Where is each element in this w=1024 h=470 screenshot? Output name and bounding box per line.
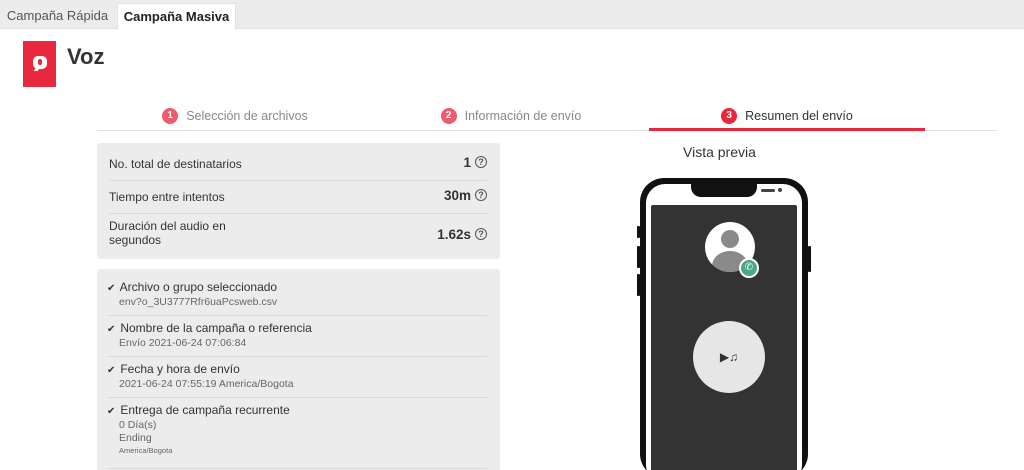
detail-item-campaign-name: ✔ Nombre de la campaña o referencia Enví… xyxy=(107,321,487,357)
summary-panel: No. total de destinatarios 1 ? Tiempo en… xyxy=(97,143,500,259)
detail-title: Entrega de campaña recurrente xyxy=(120,403,290,417)
detail-item-send-date: ✔ Fecha y hora de envío 2021-06-24 07:55… xyxy=(107,362,487,398)
detail-timezone: America/Bogota xyxy=(119,446,173,455)
detail-value: 2021-06-24 07:55:19 America/Bogota xyxy=(119,378,294,390)
phone-side-button xyxy=(808,246,811,272)
detail-item-file: ✔ Archivo o grupo seleccionado env?o_3U3… xyxy=(107,280,487,316)
check-icon: ✔ xyxy=(107,283,116,294)
detail-title: Fecha y hora de envío xyxy=(120,362,240,376)
preview-title: Vista previa xyxy=(683,144,756,160)
detail-item-recurrence: ✔ Entrega de campaña recurrente 0 Día(s)… xyxy=(107,403,487,469)
detail-value: 0 Día(s) xyxy=(119,419,157,431)
check-icon: ✔ xyxy=(107,365,116,376)
play-audio-button[interactable]: ▶♫ xyxy=(693,321,765,393)
detail-title: Archivo o grupo seleccionado xyxy=(119,280,278,294)
wizard-steps: 1 Selección de archivos 2 Información de… xyxy=(97,100,997,131)
help-icon[interactable]: ? xyxy=(475,156,487,168)
speaker-icon xyxy=(761,189,775,192)
summary-value: 30m xyxy=(443,188,471,203)
avatar-head xyxy=(721,230,739,248)
page-title: Voz xyxy=(67,44,105,69)
voice-message-icon xyxy=(33,56,47,69)
detail-value: Envío 2021-06-24 07:06:84 xyxy=(119,337,247,349)
check-icon: ✔ xyxy=(107,324,116,335)
summary-value: 1 xyxy=(463,155,471,170)
camera-icon xyxy=(778,188,782,192)
tab-bar: Campaña Rápida Campaña Masiva xyxy=(0,0,1024,30)
help-icon[interactable]: ? xyxy=(475,228,487,240)
step-seleccion-archivos[interactable]: 1 Selección de archivos xyxy=(97,100,373,131)
phone-bezel: ✆ ▶♫ xyxy=(646,184,802,470)
tab-campana-rapida[interactable]: Campaña Rápida xyxy=(0,3,115,29)
phone-notch xyxy=(691,184,782,197)
detail-value: Ending xyxy=(119,432,152,444)
phone-call-icon: ✆ xyxy=(739,258,759,278)
help-icon[interactable]: ? xyxy=(475,189,487,201)
active-step-indicator xyxy=(649,128,925,131)
check-icon: ✔ xyxy=(107,406,116,417)
step-number: 2 xyxy=(440,107,457,124)
detail-value: env?o_3U3777Rfr6uaPcsweb.csv xyxy=(119,296,278,308)
step-informacion-envio[interactable]: 2 Información de envío xyxy=(373,100,649,131)
summary-row-audio-duration: Duración del audio en segundos 1.62s ? xyxy=(109,219,487,253)
step-label: Información de envío xyxy=(464,108,582,123)
summary-row-retry-time: Tiempo entre intentos 30m ? xyxy=(109,188,487,214)
step-number: 3 xyxy=(721,107,738,124)
phone-screen: ✆ ▶♫ xyxy=(651,205,797,470)
details-panel: ✔ Archivo o grupo seleccionado env?o_3U3… xyxy=(97,269,500,470)
summary-label: Tiempo entre intentos xyxy=(109,190,225,204)
step-resumen-envio[interactable]: 3 Resumen del envío xyxy=(649,100,925,131)
summary-label: Duración del audio en segundos xyxy=(109,219,226,247)
summary-label: No. total de destinatarios xyxy=(109,157,242,171)
detail-title: Nombre de la campaña o referencia xyxy=(120,321,312,335)
tab-campana-masiva[interactable]: Campaña Masiva xyxy=(117,3,236,30)
step-label: Selección de archivos xyxy=(186,108,308,123)
step-number: 1 xyxy=(162,107,179,124)
voice-logo xyxy=(23,41,56,87)
phone-preview: ✆ ▶♫ xyxy=(640,178,808,470)
summary-row-recipients: No. total de destinatarios 1 ? xyxy=(109,155,487,181)
step-label: Resumen del envío xyxy=(745,108,853,123)
summary-value: 1.62s xyxy=(437,227,471,242)
